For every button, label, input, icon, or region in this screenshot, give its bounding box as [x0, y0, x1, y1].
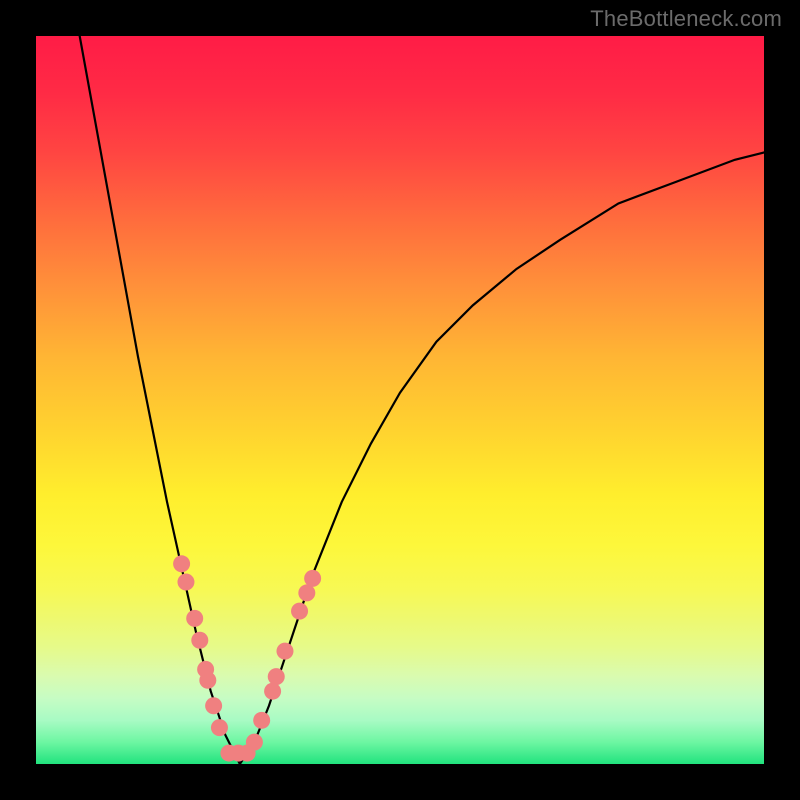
marker-point — [276, 643, 293, 660]
marker-point — [205, 697, 222, 714]
marker-point — [186, 610, 203, 627]
marker-point — [268, 668, 285, 685]
marker-point — [191, 632, 208, 649]
marker-point — [211, 719, 228, 736]
marker-point — [298, 584, 315, 601]
marker-point — [291, 603, 308, 620]
series-group — [80, 36, 764, 764]
series-left-curve — [80, 36, 240, 764]
marker-point — [173, 555, 190, 572]
series-right-curve — [240, 152, 764, 764]
marker-point — [304, 570, 321, 587]
plot-area — [36, 36, 764, 764]
markers-group — [173, 555, 321, 761]
marker-point — [246, 734, 263, 751]
chart-frame: TheBottleneck.com — [0, 0, 800, 800]
chart-svg — [36, 36, 764, 764]
watermark-text: TheBottleneck.com — [590, 6, 782, 32]
marker-point — [264, 683, 281, 700]
marker-point — [253, 712, 270, 729]
marker-point — [199, 672, 216, 689]
marker-point — [177, 574, 194, 591]
